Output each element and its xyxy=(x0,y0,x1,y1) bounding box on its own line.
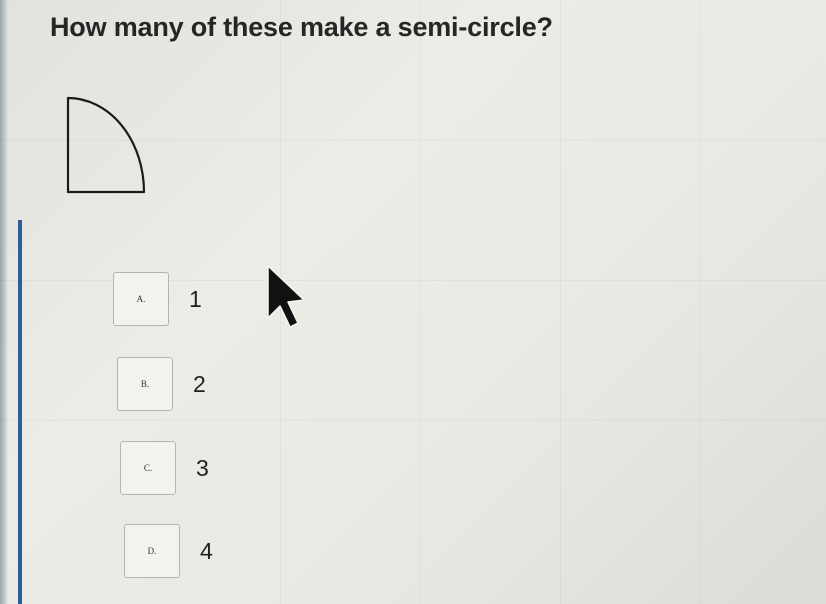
answer-choice-box[interactable]: C. xyxy=(120,441,176,495)
answer-option-d[interactable]: D. 4 xyxy=(124,524,213,578)
background-grid-line xyxy=(700,0,701,604)
option-letter: B. xyxy=(140,379,150,389)
answer-choice-box[interactable]: A. xyxy=(113,272,169,326)
answer-choice-box[interactable]: D. xyxy=(124,524,180,578)
arrow-cursor-icon xyxy=(264,264,308,335)
background-grid-line xyxy=(560,0,561,604)
option-letter: C. xyxy=(143,463,153,473)
screen-left-edge xyxy=(0,0,8,604)
option-letter: D. xyxy=(147,546,157,556)
question-text: How many of these make a semi-circle? xyxy=(50,12,553,42)
answer-choice-box[interactable]: B. xyxy=(117,357,173,411)
option-value: 4 xyxy=(200,537,213,564)
answer-option-b[interactable]: B. 2 xyxy=(117,357,206,411)
answer-option-c[interactable]: C. 3 xyxy=(120,441,209,495)
left-accent-bar xyxy=(18,220,22,604)
quarter-circle-figure xyxy=(60,92,160,207)
answer-option-a[interactable]: A. 1 xyxy=(113,272,202,326)
background-grid-line xyxy=(420,0,421,604)
option-letter: A. xyxy=(136,294,146,304)
option-value: 2 xyxy=(193,370,206,397)
option-value: 3 xyxy=(196,454,209,481)
option-value: 1 xyxy=(189,285,202,312)
background-grid-line xyxy=(0,420,826,421)
